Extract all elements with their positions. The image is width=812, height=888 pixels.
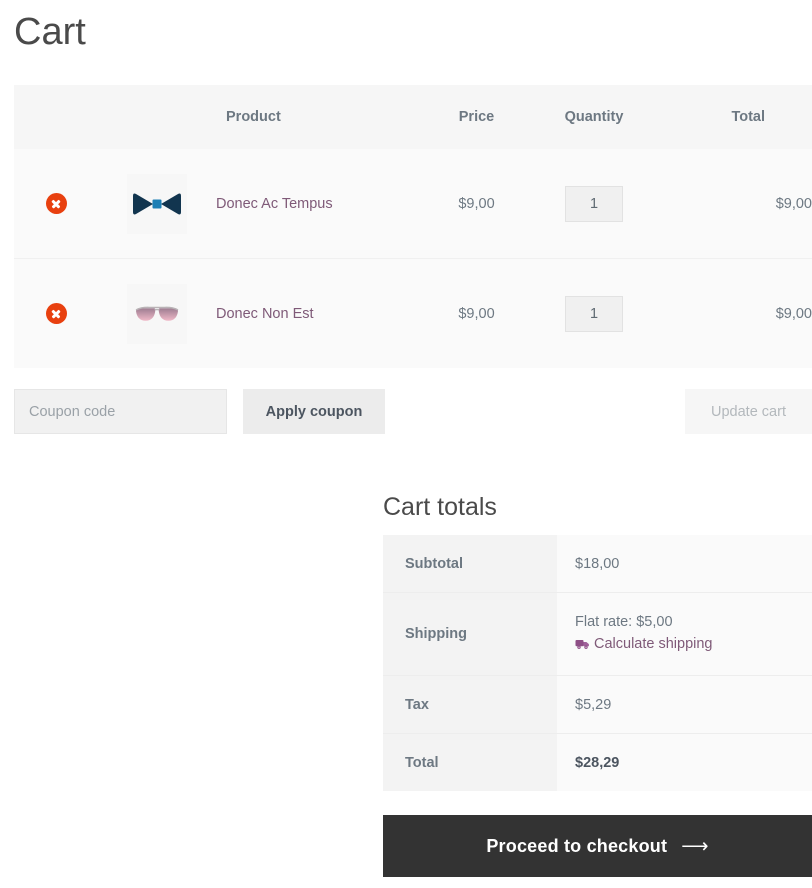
calculate-shipping-label: Calculate shipping [594, 636, 713, 652]
proceed-to-checkout-button[interactable]: Proceed to checkout ⟶ [383, 815, 812, 877]
tax-value: $5,29 [557, 675, 812, 734]
sunglasses-thumbnail[interactable] [127, 283, 187, 344]
column-header-price: Price [424, 85, 529, 149]
subtotal-label: Subtotal [383, 535, 557, 593]
remove-circle-icon[interactable] [45, 303, 67, 324]
coupon-code-input[interactable] [14, 389, 227, 434]
column-header-quantity: Quantity [529, 85, 659, 149]
cart-table: Product Price Quantity Total Donec Ac Te… [14, 85, 812, 368]
column-header-total: Total [659, 85, 812, 149]
cart-row-price-cell: $9,00 [424, 258, 529, 368]
cart-row-quantity-cell [529, 149, 659, 259]
column-header-thumbnail [98, 85, 216, 149]
cart-row-product-cell: Donec Ac Tempus [216, 149, 424, 259]
cart-totals-title: Cart totals [383, 493, 497, 521]
totals-row-shipping: Shipping Flat rate: $5,00 Calculate ship… [383, 592, 812, 676]
cart-row-thumbnail-cell [98, 149, 216, 259]
cart-table-header-row: Product Price Quantity Total [14, 85, 812, 149]
shipping-cell: Flat rate: $5,00 Calculate shipping [557, 592, 812, 676]
arrow-right-icon: ⟶ [681, 835, 709, 857]
cart-totals-table: Subtotal $18,00 Shipping Flat rate: $5,0… [383, 535, 812, 791]
apply-coupon-button[interactable]: Apply coupon [243, 389, 385, 434]
totals-row-tax: Tax $5,29 [383, 675, 812, 734]
column-header-product: Product [216, 85, 424, 149]
cart-row-total-cell: $9,00 [659, 149, 812, 259]
update-cart-button[interactable]: Update cart [685, 389, 812, 434]
product-link[interactable]: Donec Ac Tempus [216, 196, 333, 212]
cart-row: Donec Non Est $9,00 $9,00 [14, 258, 812, 368]
cart-row-price-cell: $9,00 [424, 149, 529, 259]
cart-actions-row: Apply coupon Update cart [14, 389, 812, 434]
shipping-rate-value: Flat rate: $5,00 [575, 614, 673, 630]
remove-circle-icon[interactable] [45, 193, 67, 214]
cart-row-quantity-cell [529, 258, 659, 368]
shipping-label: Shipping [383, 592, 557, 676]
product-link[interactable]: Donec Non Est [216, 306, 314, 322]
order-total-value: $28,29 [557, 733, 812, 791]
delivery-truck-icon [575, 635, 590, 657]
totals-row-total: Total $28,29 [383, 733, 812, 791]
order-total-label: Total [383, 733, 557, 791]
calculate-shipping-link[interactable]: Calculate shipping [575, 633, 713, 657]
quantity-input[interactable] [565, 295, 623, 332]
subtotal-value: $18,00 [557, 535, 812, 593]
tax-label: Tax [383, 675, 557, 734]
cart-row-product-cell: Donec Non Est [216, 258, 424, 368]
bow-tie-thumbnail[interactable] [127, 173, 187, 234]
quantity-input[interactable] [565, 185, 623, 222]
cart-row-total-cell: $9,00 [659, 258, 812, 368]
cart-row-remove-cell [14, 149, 98, 259]
page-title: Cart [14, 11, 86, 53]
cart-row-remove-cell [14, 258, 98, 368]
cart-row: Donec Ac Tempus $9,00 $9,00 [14, 149, 812, 259]
column-header-remove [14, 85, 98, 149]
checkout-label: Proceed to checkout [486, 835, 668, 856]
totals-row-subtotal: Subtotal $18,00 [383, 535, 812, 593]
cart-row-thumbnail-cell [98, 258, 216, 368]
